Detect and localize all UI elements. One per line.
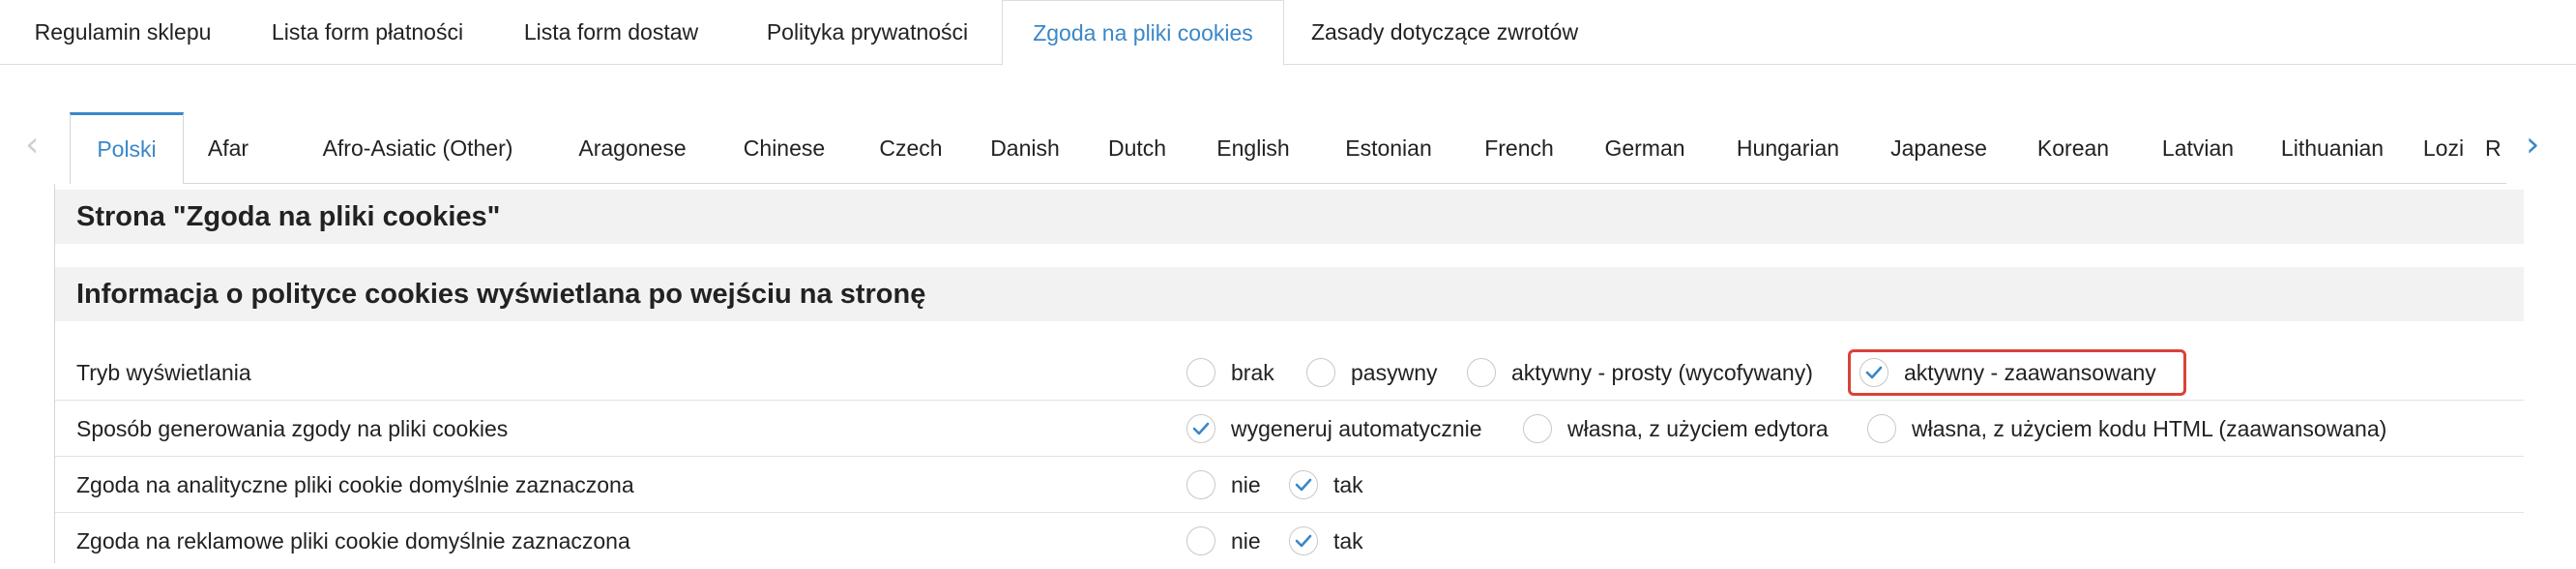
tab-zgoda-na-pliki-cookies[interactable]: Zgoda na pliki cookies [1002,0,1284,66]
tab-polityka-prywatnosci[interactable]: Polityka prywatności [741,0,994,65]
radio-option-nie[interactable]: nie [1186,457,1261,513]
radio-option-wygeneruj-automatycznie[interactable]: wygeneruj automatycznie [1186,401,1482,457]
tab-regulamin-sklepu[interactable]: Regulamin sklepu [15,0,230,65]
radio-label: własna, z użyciem kodu HTML (zaawansowan… [1912,415,2387,441]
radio-button[interactable] [1186,358,1215,387]
row-label: Tryb wyświetlania [76,360,251,385]
row-advertising-cookies: Zgoda na reklamowe pliki cookie domyślni… [55,513,2524,569]
checkmark-icon [1295,534,1312,548]
radio-option-brak[interactable]: brak [1186,344,1274,401]
lang-tab-afro-asiatic[interactable]: Afro-Asiatic (Other) [284,112,551,184]
radio-option-nie[interactable]: nie [1186,513,1261,569]
top-tab-bar: Regulamin sklepu Lista form płatności Li… [0,0,2576,66]
checkmark-icon [1295,478,1312,492]
lang-tab-aragonese[interactable]: Aragonese [543,112,721,184]
radio-button[interactable] [1186,470,1215,499]
radio-button[interactable] [1467,358,1496,387]
chevron-left-icon[interactable]: ‹ [25,126,39,165]
lang-tab-polski[interactable]: Polski [70,112,184,184]
radio-button-checked[interactable] [1859,358,1888,387]
chevron-right-icon[interactable]: › [2526,126,2539,165]
page-header: Strona "Zgoda na pliki cookies" [55,190,2524,244]
row-label: Zgoda na analityczne pliki cookie domyśl… [76,472,634,497]
radio-label: nie [1231,471,1261,497]
lang-tab-chinese[interactable]: Chinese [702,112,866,184]
checkmark-icon [1865,366,1883,379]
radio-button-checked[interactable] [1289,526,1318,555]
radio-button[interactable] [1867,414,1896,443]
radio-label: tak [1333,527,1363,554]
radio-label: tak [1333,471,1363,497]
tab-zasady-dotyczace-zwrotow[interactable]: Zasady dotyczące zwrotów [1290,0,1599,65]
radio-label: aktywny - prosty (wycofywany) [1511,359,1813,385]
radio-button-checked[interactable] [1289,470,1318,499]
lang-tab-lozi[interactable]: Lozi [2390,112,2497,184]
section-header-cookie-info: Informacja o polityce cookies wyświetlan… [55,267,2524,321]
radio-option-pasywny[interactable]: pasywny [1306,344,1437,401]
row-consent-generation: Sposób generowania zgody na pliki cookie… [55,401,2524,457]
radio-label: wygeneruj automatycznie [1231,415,1482,441]
row-analytics-cookies: Zgoda na analityczne pliki cookie domyśl… [55,457,2524,513]
language-tab-bar: ‹ Polski Afar Afro-Asiatic (Other) Arago… [0,112,2576,184]
checkmark-icon [1192,422,1210,435]
row-label: Sposób generowania zgody na pliki cookie… [76,416,509,441]
radio-option-tak[interactable]: tak [1289,513,1363,569]
lang-tab-afar[interactable]: Afar [190,112,267,184]
row-display-mode: Tryb wyświetlania brak pasywny aktywny -… [55,344,2524,401]
language-tab-strip: Polski Afar Afro-Asiatic (Other) Aragone… [70,112,2506,184]
radio-option-aktywny-prosty[interactable]: aktywny - prosty (wycofywany) [1467,344,1813,401]
radio-label: nie [1231,527,1261,554]
row-label: Zgoda na reklamowe pliki cookie domyślni… [76,528,630,554]
radio-button[interactable] [1306,358,1335,387]
radio-option-wlasna-edytor[interactable]: własna, z użyciem edytora [1523,401,1829,457]
content-panel: Strona "Zgoda na pliki cookies" Informac… [54,184,2524,563]
radio-button-checked[interactable] [1186,414,1215,443]
tab-lista-form-dostaw[interactable]: Lista form dostaw [505,0,717,65]
radio-label: własna, z użyciem edytora [1567,415,1829,441]
tab-lista-form-platnosci[interactable]: Lista form płatności [251,0,483,65]
radio-button[interactable] [1186,526,1215,555]
radio-label: brak [1231,359,1274,385]
radio-option-tak[interactable]: tak [1289,457,1363,513]
radio-option-aktywny-zaawansowany[interactable]: aktywny - zaawansowany [1859,344,2156,401]
radio-label: pasywny [1351,359,1438,385]
lang-tab-next-partial[interactable]: R [2485,112,2506,184]
radio-label: aktywny - zaawansowany [1904,359,2156,385]
radio-option-wlasna-html[interactable]: własna, z użyciem kodu HTML (zaawansowan… [1867,401,2386,457]
radio-button[interactable] [1523,414,1552,443]
